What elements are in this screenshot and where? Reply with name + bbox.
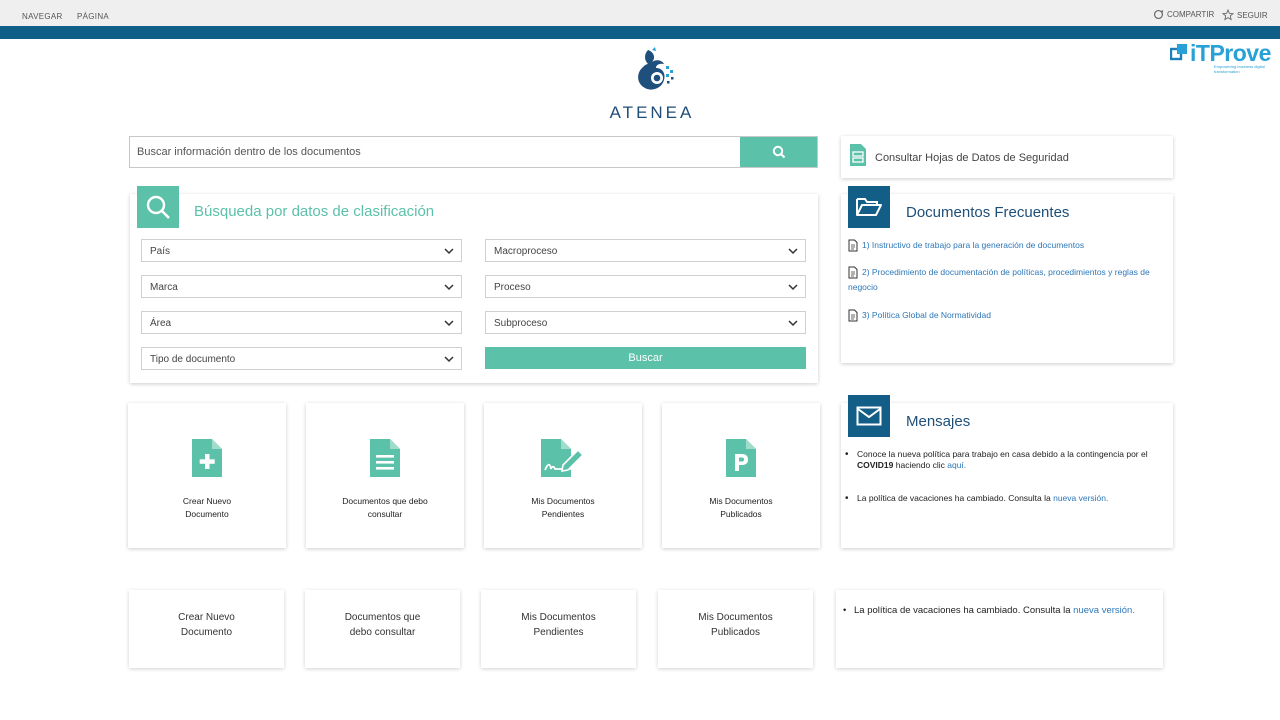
ghost-published-documents-label: Mis Documentos Publicados bbox=[698, 612, 773, 638]
share-button[interactable]: COMPARTIR bbox=[1153, 9, 1214, 20]
itprove-wordmark: iTProve bbox=[1190, 40, 1271, 66]
chevron-down-icon bbox=[788, 320, 798, 327]
document-icon bbox=[848, 239, 858, 252]
frequent-doc-link-3[interactable]: 3) Política Global de Normatividad bbox=[848, 308, 1170, 323]
chevron-down-icon bbox=[788, 248, 798, 255]
chevron-down-icon bbox=[444, 356, 454, 363]
follow-button[interactable]: SEGUIR bbox=[1222, 9, 1268, 21]
area-select[interactable]: Área bbox=[141, 311, 462, 334]
safety-sheets-card[interactable]: Consultar Hojas de Datos de Seguridad bbox=[841, 136, 1173, 178]
nav-page-link[interactable]: PÁGINA bbox=[77, 12, 109, 21]
message-link-new-version[interactable]: nueva versión. bbox=[1053, 493, 1108, 503]
documents-to-consult-label: Documentos que debo consultar bbox=[342, 496, 428, 519]
search-input[interactable] bbox=[130, 137, 730, 167]
country-select-label: País bbox=[150, 246, 171, 257]
brand-select[interactable]: Marca bbox=[141, 275, 462, 298]
area-select-label: Área bbox=[150, 318, 172, 329]
chevron-down-icon bbox=[444, 284, 454, 291]
search-button[interactable] bbox=[740, 137, 817, 167]
top-suite-bar: NAVEGAR PÁGINA COMPARTIR SEGUIR bbox=[0, 0, 1280, 26]
nav-browse-link[interactable]: NAVEGAR bbox=[22, 12, 63, 21]
messages-badge bbox=[848, 395, 890, 437]
ghost-messages-list: La política de vacaciones ha cambiado. C… bbox=[843, 604, 1154, 617]
envelope-icon bbox=[856, 406, 882, 426]
published-documents-tile[interactable]: Mis Documentos Publicados bbox=[662, 403, 820, 548]
frequent-doc-label-3: 3) Política Global de Normatividad bbox=[862, 310, 991, 320]
search-icon bbox=[146, 195, 170, 219]
subprocess-select[interactable]: Subproceso bbox=[485, 311, 806, 334]
share-label: COMPARTIR bbox=[1167, 10, 1215, 19]
documents-to-consult-tile[interactable]: Documentos que debo consultar bbox=[306, 403, 464, 548]
ghost-create-document-label: Crear Nuevo Documento bbox=[178, 612, 235, 638]
document-icon bbox=[848, 309, 858, 322]
ghost-create-document-tile[interactable]: Crear Nuevo Documento bbox=[129, 590, 284, 668]
ghost-published-documents-tile[interactable]: Mis Documentos Publicados bbox=[658, 590, 813, 668]
atenea-logo: ATENEA bbox=[604, 46, 700, 123]
messages-card: Mensajes Conoce la nueva política para t… bbox=[841, 395, 1173, 548]
frequent-doc-label-2: 2) Procedimiento de documentación de pol… bbox=[848, 267, 1150, 292]
chevron-down-icon bbox=[444, 320, 454, 327]
ghost-message-item: La política de vacaciones ha cambiado. C… bbox=[843, 604, 1154, 617]
chevron-down-icon bbox=[444, 248, 454, 255]
document-type-select-label: Tipo de documento bbox=[150, 354, 236, 365]
ghost-messages-card: La política de vacaciones ha cambiado. C… bbox=[836, 590, 1163, 668]
message-item: Conoce la nueva política para trabajo en… bbox=[845, 449, 1157, 471]
ghost-documents-to-consult-tile[interactable]: Documentos que debo consultar bbox=[305, 590, 460, 668]
brand-select-label: Marca bbox=[150, 282, 178, 293]
subprocess-select-label: Subproceso bbox=[494, 318, 548, 329]
share-icon bbox=[1153, 9, 1164, 20]
frequent-doc-label-1: 1) Instructivo de trabajo para la genera… bbox=[862, 240, 1085, 250]
search-icon bbox=[772, 145, 785, 159]
frequent-documents-card: Documentos Frecuentes 1) Instructivo de … bbox=[841, 186, 1173, 363]
file-signature-icon bbox=[541, 439, 585, 477]
star-icon bbox=[1222, 9, 1234, 21]
document-search-bar bbox=[129, 136, 818, 168]
frequent-documents-title: Documentos Frecuentes bbox=[906, 204, 1070, 221]
classification-search-card: Búsqueda por datos de clasificación País… bbox=[130, 186, 818, 383]
country-select[interactable]: País bbox=[141, 239, 462, 262]
process-select[interactable]: Proceso bbox=[485, 275, 806, 298]
messages-list: Conoce la nueva política para trabajo en… bbox=[845, 449, 1157, 526]
itprove-mark-icon bbox=[1170, 44, 1187, 61]
macroprocess-select[interactable]: Macroproceso bbox=[485, 239, 806, 262]
pending-documents-label: Mis Documentos Pendientes bbox=[531, 496, 595, 519]
classification-search-button[interactable]: Buscar bbox=[485, 347, 806, 369]
create-document-tile[interactable]: Crear Nuevo Documento bbox=[128, 403, 286, 548]
ghost-pending-documents-label: Mis Documentos Pendientes bbox=[521, 612, 596, 638]
ghost-documents-to-consult-label: Documentos que debo consultar bbox=[344, 612, 421, 638]
frequent-doc-link-2[interactable]: 2) Procedimiento de documentación de pol… bbox=[848, 265, 1170, 295]
message-item: La política de vacaciones ha cambiado. C… bbox=[845, 493, 1157, 504]
classification-title: Búsqueda por datos de clasificación bbox=[194, 203, 435, 220]
ghost-pending-documents-tile[interactable]: Mis Documentos Pendientes bbox=[481, 590, 636, 668]
message-link-here[interactable]: aquí. bbox=[947, 460, 966, 470]
create-document-label: Crear Nuevo Documento bbox=[182, 496, 232, 519]
follow-label: SEGUIR bbox=[1237, 10, 1268, 20]
atenea-owl-icon bbox=[638, 47, 674, 90]
frequent-doc-link-1[interactable]: 1) Instructivo de trabajo para la genera… bbox=[848, 238, 1170, 253]
document-type-select[interactable]: Tipo de documento bbox=[141, 347, 462, 370]
published-documents-label: Mis Documentos Publicados bbox=[709, 496, 773, 519]
itprove-logo: iTProve Empowering business digital tran… bbox=[1170, 40, 1280, 74]
document-icon bbox=[848, 266, 858, 279]
classification-badge bbox=[137, 186, 179, 228]
process-select-label: Proceso bbox=[494, 282, 531, 293]
suite-accent-bar bbox=[0, 26, 1280, 39]
frequent-documents-badge bbox=[848, 186, 890, 228]
macroprocess-select-label: Macroproceso bbox=[494, 246, 558, 257]
folder-open-icon bbox=[856, 198, 882, 216]
messages-title: Mensajes bbox=[906, 413, 971, 430]
file-p-icon bbox=[726, 439, 756, 477]
file-text-icon bbox=[370, 439, 400, 477]
itprove-tagline: Empowering business digital transformati… bbox=[1214, 64, 1265, 74]
safety-sheets-label: Consultar Hojas de Datos de Seguridad bbox=[875, 152, 1069, 164]
ghost-message-link[interactable]: nueva versión. bbox=[1073, 605, 1135, 616]
document-list-icon bbox=[850, 144, 866, 166]
atenea-wordmark: ATENEA bbox=[609, 103, 695, 122]
chevron-down-icon bbox=[788, 284, 798, 291]
pending-documents-tile[interactable]: Mis Documentos Pendientes bbox=[484, 403, 642, 548]
file-plus-icon bbox=[192, 439, 222, 477]
